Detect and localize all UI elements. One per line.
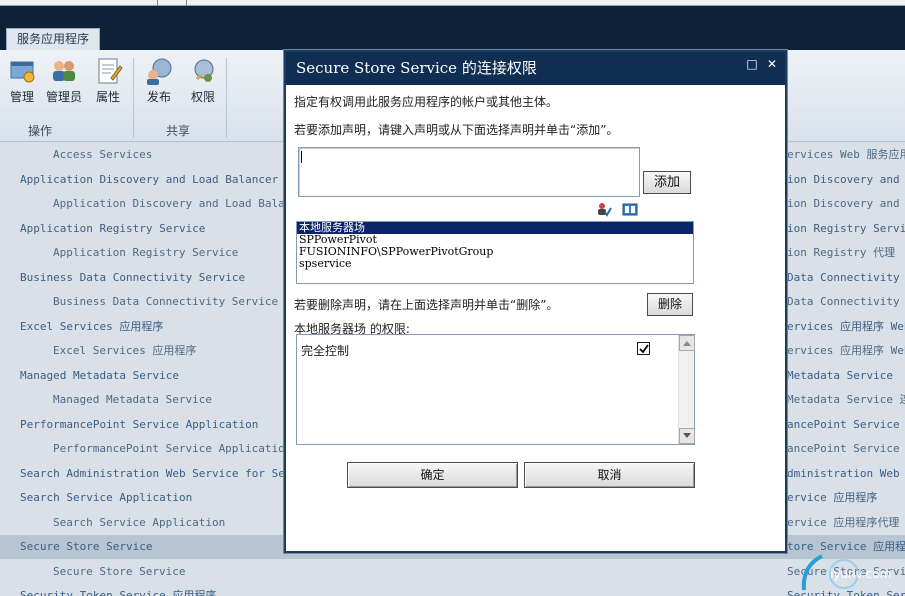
service-list-row[interactable]: Security Token Service 应用程序 Security Toke… xyxy=(0,584,905,596)
watermark-text: iyunv.com xyxy=(830,567,891,581)
manage-icon xyxy=(10,61,35,83)
administrators-button[interactable]: 管理员 xyxy=(42,56,86,105)
manage-button[interactable]: 管理 xyxy=(0,56,44,105)
permissions-list: 完全控制 xyxy=(296,334,695,445)
dialog-title-bar: Secure Store Service 的连接权限 □ ✕ xyxy=(286,52,785,85)
service-name[interactable]: Application Registry Service xyxy=(0,241,285,265)
service-name[interactable]: Search Administration Web Service for Se… xyxy=(0,462,285,486)
service-name[interactable]: Search Service Application xyxy=(0,486,285,510)
claim-tools xyxy=(596,201,638,217)
ribbon-tab-service-applications[interactable]: 服务应用程序 xyxy=(6,28,101,50)
service-type: ervices Web 服务应用 xyxy=(787,148,905,161)
service-name[interactable]: Business Data Connectivity Service xyxy=(0,266,285,290)
service-name[interactable]: Excel Services 应用程序 xyxy=(0,339,285,363)
permissions-icon xyxy=(194,59,214,82)
service-name[interactable]: PerformancePoint Service Application xyxy=(0,437,285,461)
ribbon-group-sharing: 共享 xyxy=(166,124,191,138)
ribbon-separator xyxy=(133,58,134,138)
ribbon-header xyxy=(0,6,905,50)
service-name[interactable]: Managed Metadata Service xyxy=(0,388,285,412)
service-name[interactable]: Application Discovery and Load Balancer … xyxy=(0,168,285,192)
text-caret xyxy=(301,151,302,163)
ribbon-separator xyxy=(226,58,227,138)
ribbon-group-actions: 操作 xyxy=(28,124,53,138)
permissions-button[interactable]: 权限 xyxy=(181,56,225,105)
checkmark-icon xyxy=(639,344,649,354)
publish-button[interactable]: 发布 xyxy=(137,56,181,105)
service-name[interactable]: Secure Store Service xyxy=(0,535,285,559)
service-type: ervices 应用程序 Web xyxy=(787,344,905,357)
service-name[interactable]: Business Data Connectivity Service xyxy=(0,290,285,314)
publish-icon xyxy=(147,58,172,85)
claim-item[interactable]: FUSIONINFO\SPPowerPivotGroup xyxy=(297,246,693,258)
close-icon[interactable]: ✕ xyxy=(763,52,781,85)
manage-label: 管理 xyxy=(9,90,34,104)
service-name[interactable]: PerformancePoint Service Application xyxy=(0,413,285,437)
service-type: ancePoint Service App xyxy=(787,417,905,431)
service-type: Data Connectivity Se xyxy=(787,270,905,284)
administrators-icon xyxy=(53,61,75,81)
service-list-row[interactable]: Secure Store ServiceSecure Store Service xyxy=(0,560,905,584)
remove-button[interactable]: 删除 xyxy=(647,293,693,316)
maximize-icon[interactable]: □ xyxy=(743,52,761,85)
service-name[interactable]: Access Services xyxy=(0,143,285,167)
service-name[interactable]: Security Token Service 应用程序 xyxy=(0,584,285,596)
service-type: dministration Web Se xyxy=(787,466,905,480)
permissions-scrollbar[interactable] xyxy=(678,335,695,444)
service-name[interactable]: Application Registry Service xyxy=(0,217,285,241)
properties-label: 属性 xyxy=(95,90,120,104)
ok-button[interactable]: 确定 xyxy=(347,462,518,488)
service-name[interactable]: Search Service Application xyxy=(0,511,285,535)
add-button[interactable]: 添加 xyxy=(643,171,691,194)
service-type: ion Registry Service xyxy=(787,221,905,235)
dialog-body: 指定有权调用此服务应用程序的帐户或其他主体。 若要添加声明，请键入声明或从下面选… xyxy=(286,85,785,551)
permission-full-control-label: 完全控制 xyxy=(301,344,350,358)
service-type: Metadata Service 连接 xyxy=(787,393,905,406)
service-type: Data Connectivity Se xyxy=(787,295,905,308)
service-type: Metadata Service xyxy=(787,368,893,382)
service-type: ervices 应用程序 Web xyxy=(787,319,905,333)
connection-permissions-dialog: Secure Store Service 的连接权限 □ ✕ 指定有权调用此服务… xyxy=(284,50,787,553)
administrators-label: 管理员 xyxy=(45,90,82,104)
service-type: ervice 应用程序 xyxy=(787,491,878,504)
claims-list[interactable]: 本地服务器场 SPPowerPivot FUSIONINFO\SPPowerPivo… xyxy=(296,221,694,284)
service-type: ion Discovery and Lo xyxy=(787,172,905,186)
publish-label: 发布 xyxy=(146,90,171,104)
dialog-title: Secure Store Service 的连接权限 xyxy=(296,59,537,77)
claim-input[interactable] xyxy=(298,147,640,197)
service-name[interactable]: Application Discovery and Load Balancer xyxy=(0,192,285,216)
service-name[interactable]: Managed Metadata Service xyxy=(0,364,285,388)
properties-button[interactable]: 属性 xyxy=(86,56,130,105)
service-name[interactable]: Excel Services 应用程序 xyxy=(0,315,285,339)
permissions-label: 权限 xyxy=(190,90,215,104)
scroll-up-icon[interactable] xyxy=(679,335,695,351)
service-type: ion Discovery and Lo xyxy=(787,197,905,210)
service-type: ancePoint Service App xyxy=(787,442,905,455)
service-name[interactable]: Secure Store Service xyxy=(0,560,285,584)
scroll-down-icon[interactable] xyxy=(679,428,695,444)
check-names-icon[interactable] xyxy=(596,201,612,217)
properties-icon xyxy=(98,58,123,84)
remove-instruction: 若要删除声明，请在上面选择声明并单击“删除”。 xyxy=(294,298,559,312)
cancel-button[interactable]: 取消 xyxy=(524,462,695,488)
claim-item[interactable]: spservice xyxy=(297,258,693,270)
service-type: ervice 应用程序代理 xyxy=(787,515,900,529)
browse-address-book-icon[interactable] xyxy=(622,201,638,217)
add-instruction: 若要添加声明，请键入声明或从下面选择声明并单击“添加”。 xyxy=(294,123,619,137)
full-control-checkbox[interactable] xyxy=(637,342,650,355)
intro-text: 指定有权调用此服务应用程序的帐户或其他主体。 xyxy=(294,95,559,109)
site-watermark-logo: iyunv.com xyxy=(801,554,891,591)
service-type: ion Registry 代理 xyxy=(787,246,896,259)
